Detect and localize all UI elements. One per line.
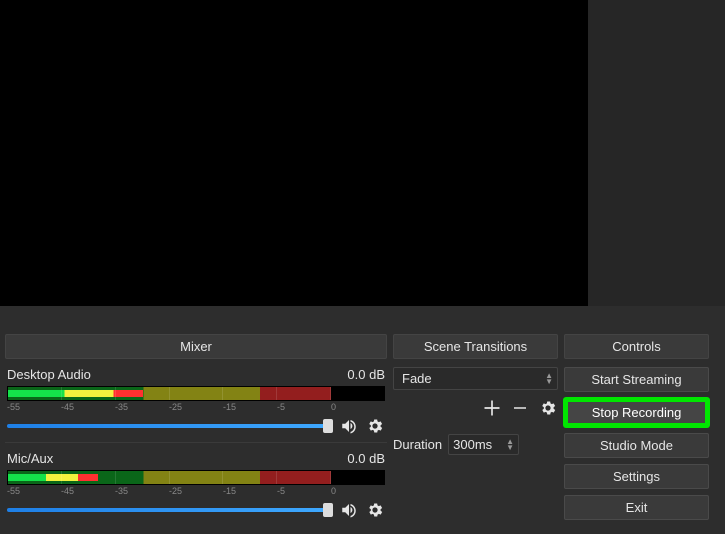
audio-meter [7,470,385,485]
mixer-header: Mixer [5,334,387,359]
mixer-source-name: Mic/Aux [7,451,53,466]
gear-icon[interactable] [365,500,385,520]
transition-select[interactable]: Fade ▲▼ [393,367,558,390]
preview-sidebar [588,0,725,306]
meter-tick-labels: -55-45-35-25-15-50 [7,402,385,412]
mixer-source-level: 0.0 dB [347,451,385,466]
duration-spinner[interactable]: 300ms ▲▼ [448,434,519,455]
settings-button[interactable]: Settings [564,464,709,489]
speaker-icon[interactable] [339,500,359,520]
mixer-item-mic-aux: Mic/Aux 0.0 dB -55-45-35-25-15-50 [5,451,387,526]
gear-icon[interactable] [538,398,558,418]
stop-recording-button[interactable]: Stop Recording [564,398,709,427]
meter-tick-labels: -55-45-35-25-15-50 [7,486,385,496]
plus-icon[interactable] [482,398,502,418]
mixer-item-desktop-audio: Desktop Audio 0.0 dB -55-45-35-25-15-50 [5,367,387,443]
exit-button[interactable]: Exit [564,495,709,520]
chevron-updown-icon: ▲▼ [545,373,553,385]
controls-header: Controls [564,334,709,359]
chevron-updown-icon: ▲▼ [506,439,514,451]
volume-slider[interactable] [7,424,333,428]
start-streaming-button[interactable]: Start Streaming [564,367,709,392]
preview-area [0,0,588,306]
mixer-source-name: Desktop Audio [7,367,91,382]
volume-slider[interactable] [7,508,333,512]
transitions-header: Scene Transitions [393,334,558,359]
mixer-source-level: 0.0 dB [347,367,385,382]
duration-label: Duration [393,437,442,452]
gear-icon[interactable] [365,416,385,436]
studio-mode-button[interactable]: Studio Mode [564,433,709,458]
audio-meter [7,386,385,401]
minus-icon[interactable] [510,398,530,418]
speaker-icon[interactable] [339,416,359,436]
